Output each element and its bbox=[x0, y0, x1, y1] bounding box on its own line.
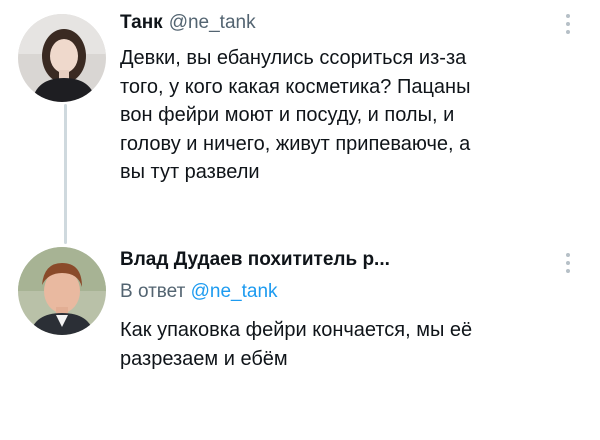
tweet-header: Влад Дудаев похититель р... bbox=[120, 249, 390, 271]
more-vertical-icon[interactable] bbox=[565, 253, 571, 273]
more-vertical-icon[interactable] bbox=[565, 14, 571, 34]
avatar-image bbox=[18, 14, 106, 102]
avatar[interactable] bbox=[18, 14, 106, 102]
author-name[interactable]: Влад Дудаев похититель р... bbox=[120, 249, 390, 270]
reply-mention-link[interactable]: @ne_tank bbox=[191, 281, 278, 302]
author-name[interactable]: Танк bbox=[120, 12, 163, 33]
tweet-text: Как упаковка фейри кончается, мы её разр… bbox=[120, 319, 473, 370]
avatar[interactable] bbox=[18, 247, 106, 335]
avatar-image bbox=[18, 247, 106, 335]
reply-prefix: В ответ bbox=[120, 281, 186, 302]
thread-line bbox=[64, 104, 67, 244]
tweet-original[interactable]: Танк @ne_tank Девки, вы ебанулись ссорить… bbox=[0, 0, 600, 250]
reply-to-line: В ответ @ne_tank bbox=[120, 281, 278, 303]
tweet-reply[interactable]: Влад Дудаев похититель р... В ответ @ne_… bbox=[0, 245, 600, 415]
tweet-header: Танк @ne_tank bbox=[120, 12, 256, 34]
tweet-text: Девки, вы ебанулись ссориться из-за того… bbox=[120, 47, 471, 183]
author-handle[interactable]: @ne_tank bbox=[169, 12, 256, 33]
